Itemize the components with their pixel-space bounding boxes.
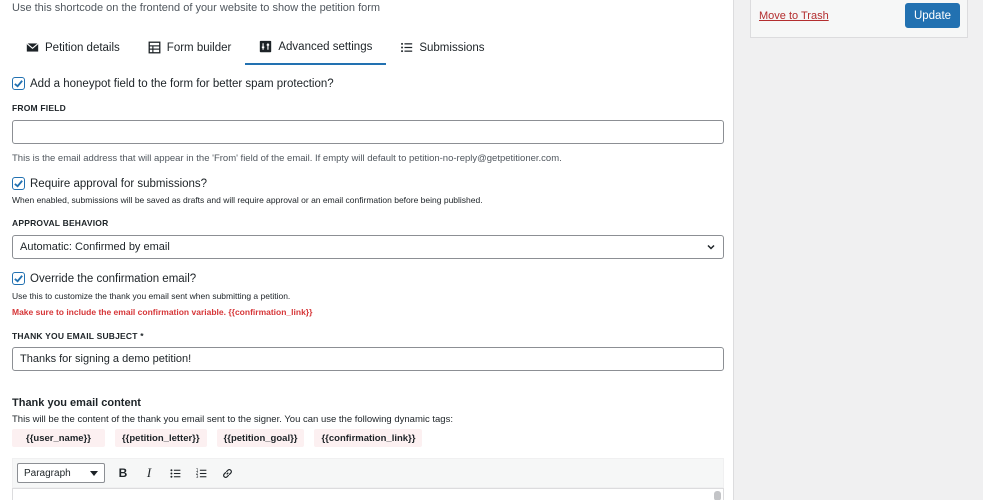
- publish-box: Move to Trash Update: [750, 0, 968, 38]
- approval-checkbox[interactable]: [12, 177, 25, 190]
- tab-label: Advanced settings: [278, 40, 373, 53]
- bullet-list-button[interactable]: [163, 462, 187, 484]
- content-section-description: This will be the content of the thank yo…: [12, 414, 453, 425]
- override-warning: Make sure to include the email confirmat…: [12, 307, 313, 317]
- shortcode-hint: Use this shortcode on the frontend of yo…: [12, 2, 381, 14]
- bold-button[interactable]: B: [111, 462, 135, 484]
- numbered-list-icon: 123: [195, 467, 206, 478]
- svg-text:3: 3: [195, 473, 198, 478]
- update-button[interactable]: Update: [905, 3, 960, 28]
- envelope-icon: [26, 43, 39, 52]
- subject-input[interactable]: [12, 347, 724, 371]
- tab-label: Form builder: [166, 41, 232, 54]
- tag-petition-letter[interactable]: {{petition_letter}}: [114, 429, 207, 447]
- override-row: Override the confirmation email?: [12, 272, 196, 285]
- checkmark-icon: [14, 275, 23, 283]
- dynamic-tags: {{user_name}} {{petition_letter}} {{peti…: [12, 429, 423, 447]
- tab-label: Submissions: [419, 41, 485, 54]
- approval-row: Require approval for submissions?: [12, 177, 207, 190]
- editor-scrollbar[interactable]: [714, 491, 721, 500]
- format-select-value: Paragraph: [24, 467, 71, 479]
- subject-label: THANK YOU EMAIL SUBJECT *: [12, 331, 144, 341]
- tab-advanced-settings[interactable]: Advanced settings: [245, 30, 387, 65]
- approval-help: When enabled, submissions will be saved …: [12, 195, 483, 205]
- editor-toolbar: Paragraph B I 123: [12, 458, 724, 488]
- checkmark-icon: [14, 80, 23, 88]
- chevron-down-icon: [707, 244, 715, 250]
- main-panel: Use this shortcode on the frontend of yo…: [0, 0, 734, 500]
- honeypot-checkbox[interactable]: [12, 77, 25, 90]
- override-label: Override the confirmation email?: [30, 272, 197, 285]
- checkmark-icon: [14, 180, 23, 188]
- approval-behavior-select[interactable]: Automatic: Confirmed by email: [12, 235, 724, 259]
- approval-label: Require approval for submissions?: [30, 177, 208, 190]
- from-field-input[interactable]: [12, 120, 724, 144]
- editor-content-area[interactable]: [12, 488, 724, 500]
- tab-form-builder[interactable]: Form builder: [134, 30, 246, 65]
- override-help: Use this to customize the thank you emai…: [12, 291, 291, 301]
- honeypot-label: Add a honeypot field to the form for bet…: [30, 77, 334, 90]
- tag-user-name[interactable]: {{user_name}}: [12, 429, 105, 447]
- approval-behavior-label: APPROVAL BEHAVIOR: [12, 218, 109, 228]
- bullet-list-icon: [169, 468, 180, 478]
- honeypot-row: Add a honeypot field to the form for bet…: [12, 77, 334, 90]
- tab-bar: Petition details Form builder Advanced s…: [12, 30, 499, 66]
- right-edge-strip: [983, 0, 1000, 500]
- list-icon: [401, 42, 413, 53]
- table-icon: [148, 41, 161, 54]
- approval-behavior-value: Automatic: Confirmed by email: [20, 241, 170, 253]
- format-select[interactable]: Paragraph: [17, 463, 105, 483]
- tag-petition-goal[interactable]: {{petition_goal}}: [216, 429, 305, 447]
- caret-down-icon: [90, 470, 98, 476]
- italic-button[interactable]: I: [137, 462, 161, 484]
- tab-label: Petition details: [45, 41, 120, 54]
- bold-label: B: [118, 466, 128, 480]
- from-field-label: FROM FIELD: [12, 103, 66, 113]
- from-field-help: This is the email address that will appe…: [12, 153, 562, 164]
- link-icon: [222, 468, 232, 478]
- settings-icon: [260, 40, 272, 53]
- move-to-trash-link[interactable]: Move to Trash: [759, 10, 829, 22]
- tab-petition-details[interactable]: Petition details: [12, 30, 134, 65]
- link-button[interactable]: [215, 462, 239, 484]
- content-section-title: Thank you email content: [12, 397, 141, 409]
- numbered-list-button[interactable]: 123: [189, 462, 213, 484]
- italic-label: I: [146, 465, 152, 480]
- tab-submissions[interactable]: Submissions: [386, 30, 498, 65]
- override-checkbox[interactable]: [12, 272, 25, 285]
- tag-confirmation-link[interactable]: {{confirmation_link}}: [314, 429, 423, 447]
